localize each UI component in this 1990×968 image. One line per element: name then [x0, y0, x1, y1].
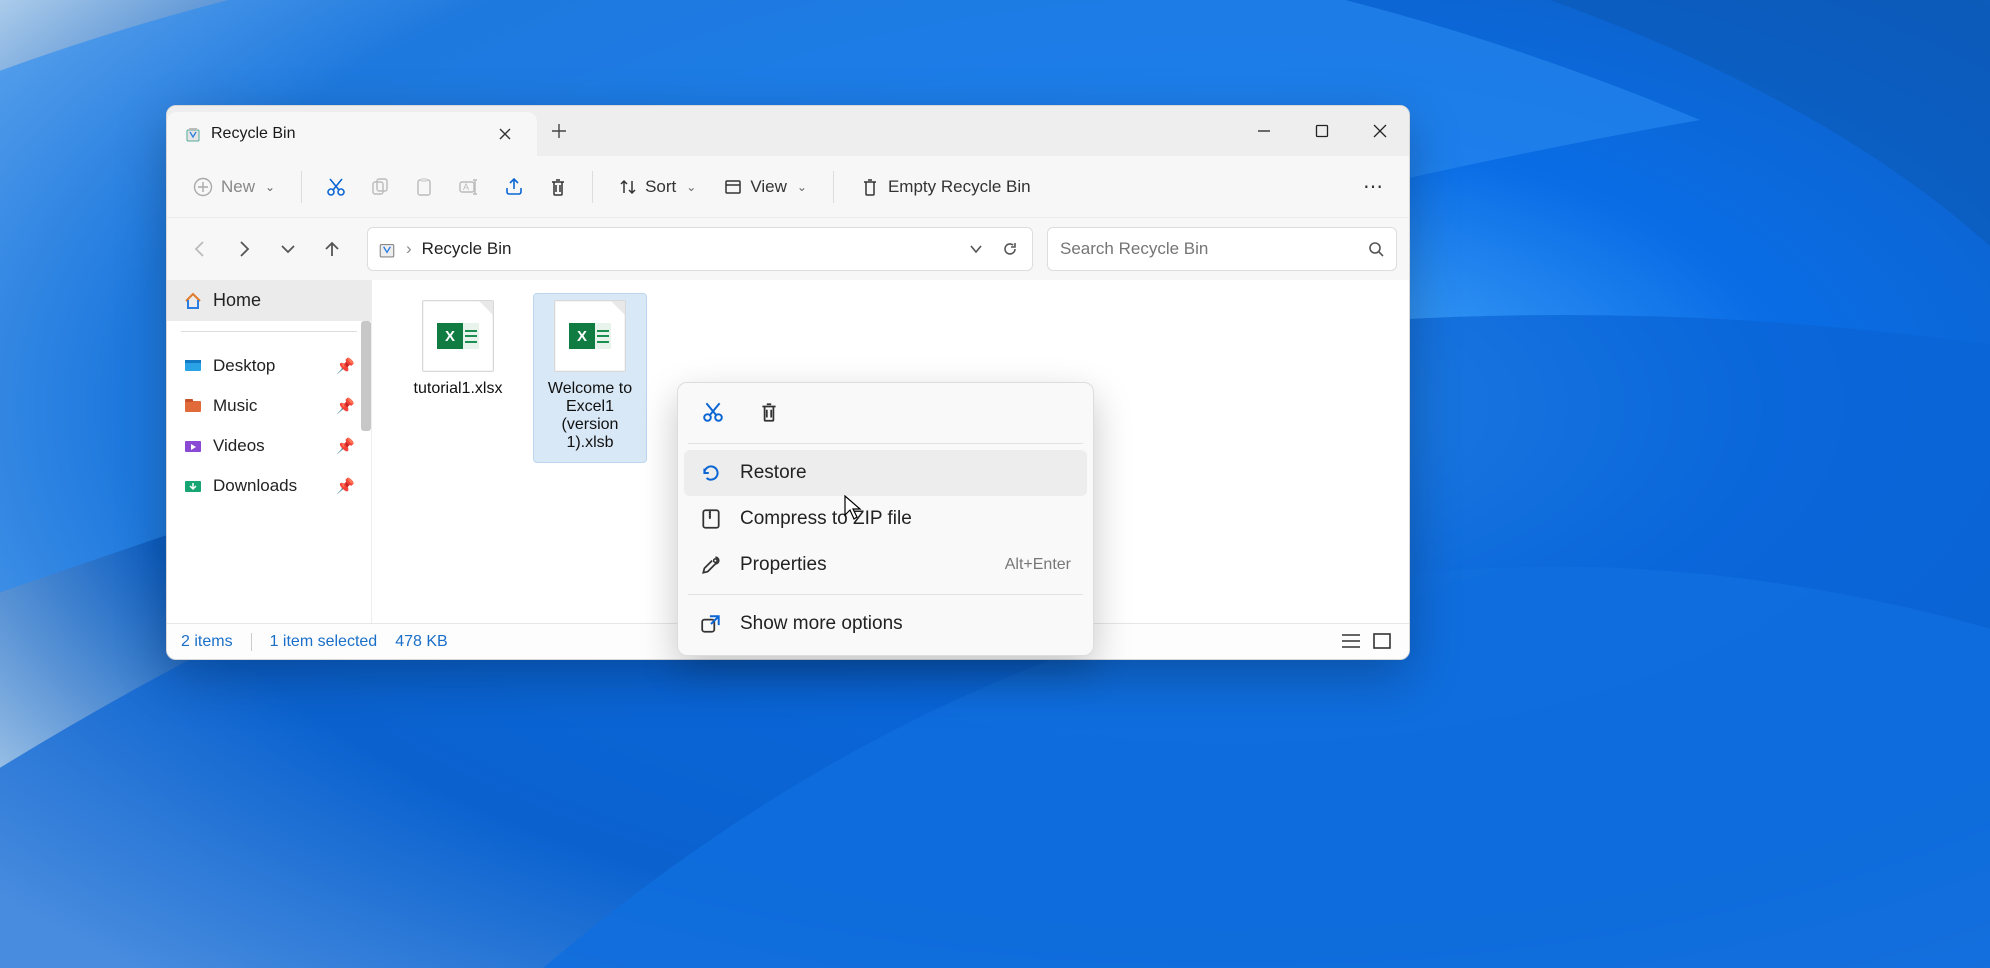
- music-icon: [183, 396, 203, 416]
- more-button[interactable]: ⋯: [1353, 166, 1395, 207]
- search-box[interactable]: [1047, 227, 1397, 271]
- rename-button[interactable]: A: [448, 169, 490, 205]
- delete-button[interactable]: [538, 169, 578, 205]
- address-dropdown-button[interactable]: [964, 242, 988, 256]
- sidebar-item-downloads[interactable]: Downloads 📌: [167, 466, 371, 506]
- sidebar-item-label: Videos: [213, 436, 265, 456]
- copy-button[interactable]: [360, 169, 400, 205]
- scrollbar-thumb[interactable]: [361, 321, 371, 431]
- context-menu-properties[interactable]: Properties Alt+Enter: [684, 542, 1087, 588]
- details-view-button[interactable]: [1341, 633, 1363, 651]
- file-name: tutorial1.xlsx: [414, 380, 503, 398]
- address-bar[interactable]: › Recycle Bin: [367, 227, 1033, 271]
- search-icon: [1368, 241, 1384, 257]
- videos-icon: [183, 436, 203, 456]
- new-button[interactable]: New ⌄: [181, 169, 287, 205]
- file-item[interactable]: X tutorial1.xlsx: [402, 294, 514, 408]
- cut-icon[interactable]: [700, 399, 726, 425]
- context-item-label: Show more options: [740, 613, 903, 635]
- context-item-label: Properties: [740, 554, 827, 576]
- context-menu: Restore Compress to ZIP file Properties …: [677, 382, 1094, 656]
- recycle-bin-icon: [378, 240, 396, 258]
- pin-icon: 📌: [336, 357, 355, 375]
- window-controls: [1235, 106, 1409, 156]
- large-icons-view-button[interactable]: [1373, 633, 1395, 651]
- up-button[interactable]: [319, 236, 345, 262]
- sidebar-item-label: Music: [213, 396, 257, 416]
- empty-recycle-bin-button[interactable]: Empty Recycle Bin: [848, 169, 1043, 205]
- home-icon: [183, 291, 203, 311]
- chevron-down-icon: ⌄: [797, 180, 807, 194]
- svg-text:A: A: [463, 182, 469, 192]
- toolbar: New ⌄ A Sort ⌄ View ⌄ Empty Recycle Bin …: [167, 156, 1409, 218]
- file-item[interactable]: X Welcome to Excel1 (version 1).xlsb: [534, 294, 646, 462]
- file-name: Welcome to Excel1 (version 1).xlsb: [538, 380, 642, 452]
- sidebar-item-desktop[interactable]: Desktop 📌: [167, 346, 371, 386]
- empty-label: Empty Recycle Bin: [888, 177, 1031, 197]
- titlebar: Recycle Bin: [167, 106, 1409, 156]
- status-selection: 1 item selected: [270, 633, 378, 651]
- breadcrumb-location[interactable]: Recycle Bin: [422, 239, 512, 259]
- delete-icon[interactable]: [756, 399, 782, 425]
- share-button[interactable]: [494, 169, 534, 205]
- pin-icon: 📌: [336, 437, 355, 455]
- desktop-icon: [183, 356, 203, 376]
- chevron-right-icon: ›: [406, 239, 412, 259]
- refresh-button[interactable]: [998, 241, 1022, 257]
- new-label: New: [221, 177, 255, 197]
- sidebar-item-home[interactable]: Home: [167, 280, 371, 321]
- recycle-bin-icon: [185, 126, 201, 142]
- properties-icon: [700, 554, 722, 576]
- sidebar-item-music[interactable]: Music 📌: [167, 386, 371, 426]
- back-button[interactable]: [187, 236, 213, 262]
- status-item-count: 2 items: [181, 633, 233, 651]
- tab-recycle-bin[interactable]: Recycle Bin: [167, 112, 537, 156]
- sidebar-item-label: Downloads: [213, 476, 297, 496]
- navbar: › Recycle Bin: [167, 218, 1409, 280]
- excel-file-icon: X: [554, 300, 626, 372]
- pin-icon: 📌: [336, 397, 355, 415]
- context-item-label: Compress to ZIP file: [740, 508, 912, 530]
- maximize-button[interactable]: [1293, 106, 1351, 156]
- sort-label: Sort: [645, 177, 676, 197]
- context-item-label: Restore: [740, 462, 807, 484]
- view-label: View: [750, 177, 787, 197]
- cut-button[interactable]: [316, 169, 356, 205]
- chevron-down-icon: ⌄: [686, 180, 696, 194]
- status-size: 478 KB: [395, 633, 447, 651]
- view-button[interactable]: View ⌄: [712, 169, 819, 205]
- new-tab-button[interactable]: [537, 106, 581, 156]
- zip-icon: [700, 508, 722, 530]
- context-item-shortcut: Alt+Enter: [1005, 556, 1071, 574]
- tab-title: Recycle Bin: [211, 125, 295, 143]
- chevron-down-icon: ⌄: [265, 180, 275, 194]
- sidebar-item-label: Home: [213, 290, 261, 311]
- sidebar-item-label: Desktop: [213, 356, 275, 376]
- excel-file-icon: X: [422, 300, 494, 372]
- context-menu-show-more[interactable]: Show more options: [684, 601, 1087, 647]
- minimize-button[interactable]: [1235, 106, 1293, 156]
- restore-icon: [700, 462, 722, 484]
- context-menu-compress[interactable]: Compress to ZIP file: [684, 496, 1087, 542]
- downloads-icon: [183, 476, 203, 496]
- sort-button[interactable]: Sort ⌄: [607, 169, 708, 205]
- close-button[interactable]: [1351, 106, 1409, 156]
- search-input[interactable]: [1060, 239, 1368, 259]
- tab-close-button[interactable]: [491, 120, 519, 148]
- sidebar-item-videos[interactable]: Videos 📌: [167, 426, 371, 466]
- recent-button[interactable]: [275, 236, 301, 262]
- paste-button[interactable]: [404, 169, 444, 205]
- context-menu-restore[interactable]: Restore: [684, 450, 1087, 496]
- pin-icon: 📌: [336, 477, 355, 495]
- forward-button[interactable]: [231, 236, 257, 262]
- show-more-icon: [700, 613, 722, 635]
- sidebar: Home Desktop 📌 Music 📌 Videos: [167, 280, 372, 623]
